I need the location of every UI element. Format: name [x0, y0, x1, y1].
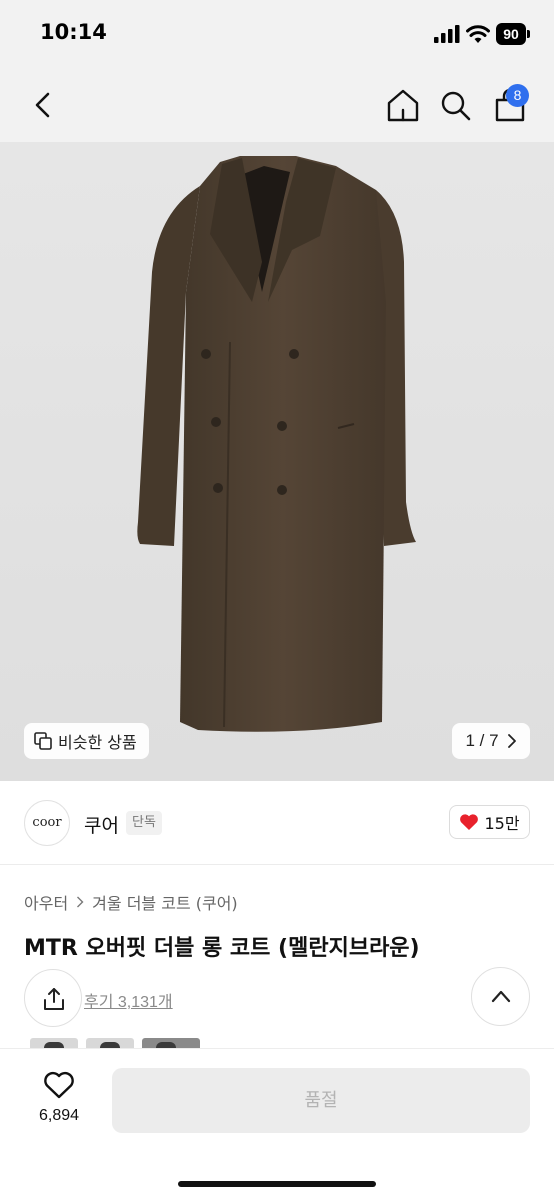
scroll-to-top-button[interactable] [471, 967, 530, 1026]
back-icon[interactable] [26, 86, 60, 124]
wishlist-count: 6,894 [38, 1107, 80, 1124]
similar-products-button[interactable]: 비슷한 상품 [24, 723, 149, 759]
search-icon[interactable] [438, 86, 474, 124]
exclusive-tag: 단독 [126, 811, 162, 835]
product-image-carousel[interactable]: 비슷한 상품 1 / 7 [0, 142, 554, 781]
home-icon[interactable] [384, 86, 422, 124]
image-pager[interactable]: 1 / 7 [452, 723, 530, 759]
status-time: 10:14 [40, 20, 107, 44]
share-icon [44, 988, 64, 1010]
home-indicator [178, 1181, 376, 1187]
sold-out-button[interactable]: 품절 [112, 1068, 530, 1133]
breadcrumb-item[interactable]: 겨울 더블 코트 (쿠어) [92, 890, 238, 914]
like-count: 15만 [484, 814, 520, 833]
status-bar: 10:14 90 [0, 0, 554, 68]
breadcrumb-item[interactable]: 아우터 [24, 890, 68, 914]
cellular-signal-icon [434, 25, 460, 43]
heart-filled-icon [460, 814, 479, 830]
similar-products-label: 비슷한 상품 [58, 733, 137, 752]
chevron-up-icon [491, 990, 511, 1003]
image-pager-text: 1 / 7 [465, 731, 499, 750]
battery-icon: 90 [496, 23, 530, 45]
product-coat-image [137, 156, 416, 732]
brand-row: coor 쿠어 단독 15만 [0, 781, 554, 865]
chevron-right-icon [507, 734, 516, 748]
copy-squares-icon [34, 732, 52, 750]
top-nav: 8 [0, 68, 554, 142]
brand-logo[interactable]: coor [24, 800, 70, 846]
cart-count-badge: 8 [506, 84, 529, 107]
battery-level: 90 [503, 26, 519, 42]
product-title: MTR 오버핏 더블 롱 코트 (멜란지브라운) [24, 936, 420, 961]
heart-outline-icon[interactable] [43, 1071, 75, 1099]
chevron-right-icon [77, 896, 84, 908]
like-button[interactable]: 15만 [449, 805, 530, 839]
wifi-icon [466, 25, 490, 43]
breadcrumb: 아우터 겨울 더블 코트 (쿠어) [24, 890, 238, 914]
bottom-action-bar: 6,894 품절 [0, 1048, 554, 1200]
share-button[interactable] [24, 969, 82, 1027]
brand-name[interactable]: 쿠어 [84, 811, 119, 838]
reviews-link[interactable]: 후기 3,131개 [84, 988, 173, 1012]
